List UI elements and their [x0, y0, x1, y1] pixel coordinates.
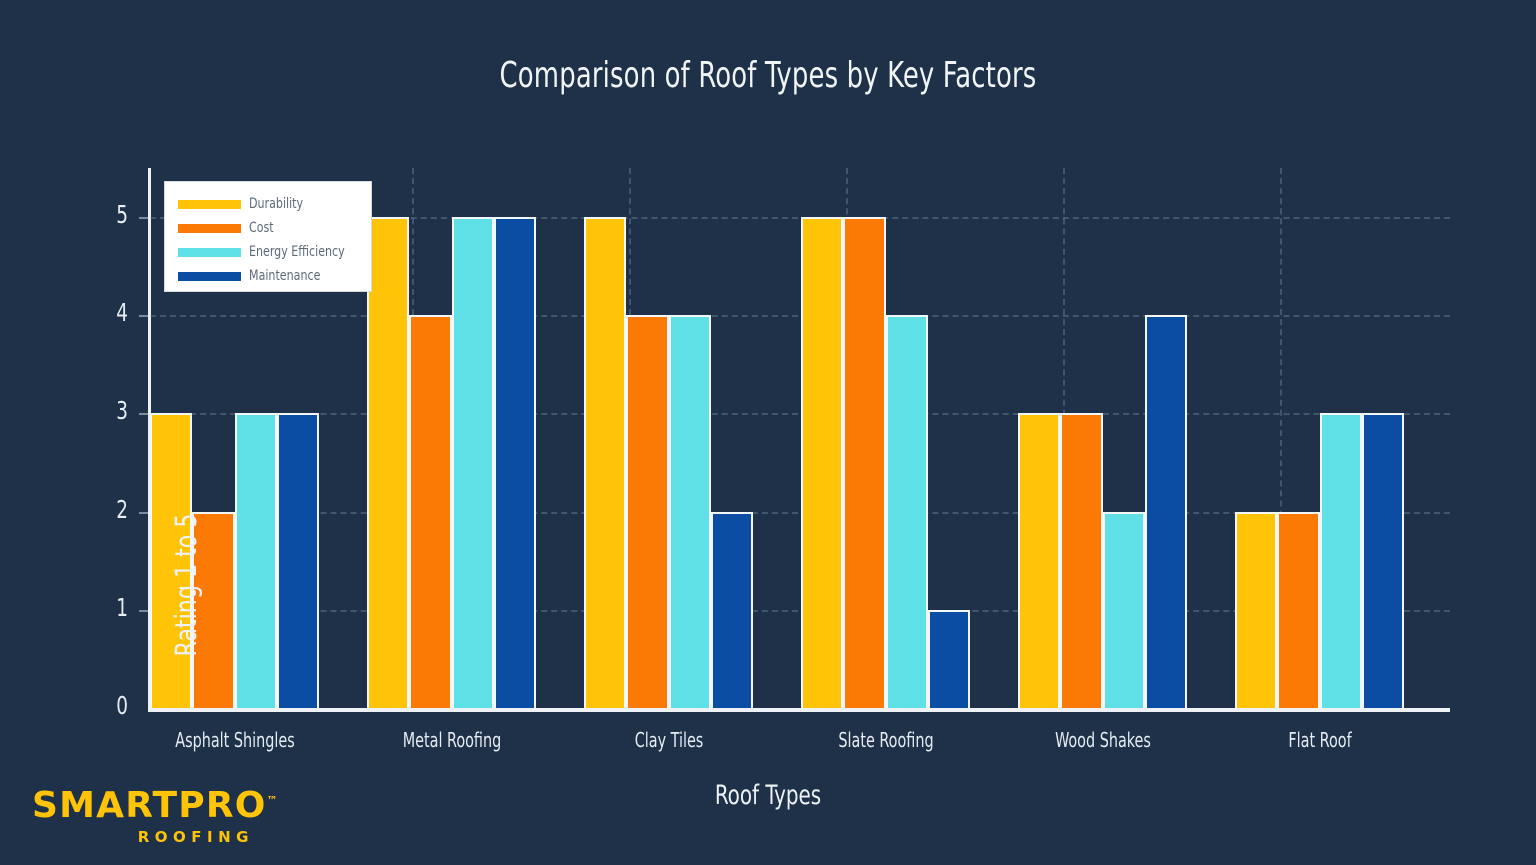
bar-group [1233, 168, 1450, 708]
bar[interactable] [367, 217, 410, 708]
y-tick-label: 1 [116, 592, 128, 622]
bar[interactable] [1018, 413, 1061, 708]
trademark-icon: ™ [266, 794, 278, 807]
legend-item[interactable]: Maintenance [165, 264, 371, 288]
legend-item[interactable]: Durability [165, 192, 371, 216]
bar[interactable] [885, 315, 928, 708]
logo-wordmark-text: SMARTPRO [32, 785, 267, 826]
bar[interactable] [710, 511, 754, 708]
bar[interactable] [668, 315, 711, 708]
bar[interactable] [1144, 315, 1188, 708]
legend-item-label: Energy Efficiency [249, 244, 345, 260]
bar-group [365, 168, 582, 708]
y-tick-label: 4 [116, 298, 128, 328]
legend-swatch-icon [178, 247, 241, 257]
bar[interactable] [451, 217, 494, 708]
legend-item-label: Cost [249, 220, 274, 236]
bar-group [799, 168, 1016, 708]
smartpro-roofing-logo: SMARTPRO™ ROOFING [32, 788, 278, 847]
bar[interactable] [1277, 511, 1320, 708]
legend-swatch-icon [178, 271, 241, 281]
bar[interactable] [234, 413, 277, 708]
x-axis-spine [148, 708, 1450, 712]
bar[interactable] [276, 413, 320, 708]
bar[interactable] [1319, 413, 1362, 708]
legend-item[interactable]: Cost [165, 216, 371, 240]
legend-swatch-icon [178, 199, 241, 209]
legend-swatch-icon [178, 223, 241, 233]
legend-item[interactable]: Energy Efficiency [165, 240, 371, 264]
y-tick-label: 0 [116, 691, 128, 720]
y-tick-mark [139, 315, 148, 318]
y-tick-mark [139, 511, 148, 514]
legend-item-label: Maintenance [249, 268, 321, 284]
logo-tagline: ROOFING [137, 828, 254, 846]
bar[interactable] [493, 217, 537, 708]
y-tick-label: 5 [116, 200, 128, 230]
bar[interactable] [626, 315, 669, 708]
y-tick-label: 3 [116, 396, 128, 426]
y-tick-label: 2 [116, 494, 128, 524]
bar[interactable] [1361, 413, 1405, 708]
bar-group [582, 168, 799, 708]
bar[interactable] [1102, 511, 1145, 708]
logo-wordmark: SMARTPRO™ [32, 788, 278, 824]
bar[interactable] [1235, 511, 1278, 708]
bar[interactable] [584, 217, 627, 708]
x-tick-label: Flat Roof [1287, 728, 1352, 752]
bar[interactable] [927, 609, 971, 708]
bar[interactable] [801, 217, 844, 708]
bar-group [1016, 168, 1233, 708]
y-tick-mark [139, 609, 148, 612]
bar[interactable] [1060, 413, 1103, 708]
x-axis-title: Roof Types [714, 780, 822, 811]
bar[interactable] [843, 217, 886, 708]
bar[interactable] [409, 315, 452, 708]
legend-item-label: Durability [249, 196, 304, 212]
y-tick-mark [139, 217, 148, 220]
y-tick-mark [139, 413, 148, 416]
chart-legend[interactable]: Durability Cost Energy Efficiency Maintenan… [164, 181, 372, 292]
chart-title: Comparison of Roof Types by Key Factors [499, 55, 1037, 96]
